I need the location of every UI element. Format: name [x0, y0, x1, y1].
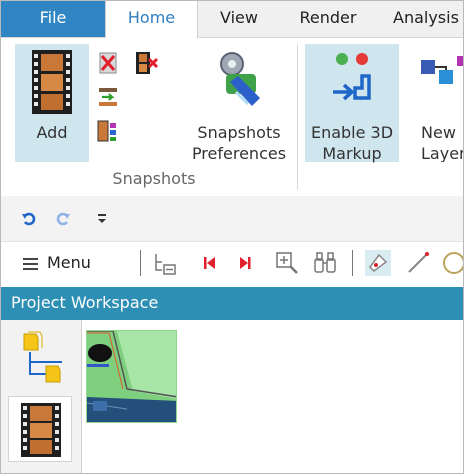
tab-view[interactable]: View [207, 1, 271, 37]
tab-analysis[interactable]: Analysis [393, 1, 463, 37]
tab-render[interactable]: Render [290, 1, 366, 37]
ribbon-tab-bar: File Home View Render Analysis [1, 1, 463, 38]
app-window: File Home View Render Analysis Add Snaps… [0, 0, 464, 474]
new-layer-icon [419, 54, 463, 99]
ribbon-group-label-snapshots: Snapshots [112, 169, 196, 188]
film-delete-icon[interactable] [134, 51, 159, 75]
snapshot-thumbnail[interactable] [86, 330, 177, 423]
menu-button[interactable]: Menu [23, 250, 91, 276]
toolbar-divider [140, 250, 141, 276]
enable-3d-markup-label-line2: Markup [322, 144, 382, 163]
new-layer-button[interactable]: New Layer [409, 44, 464, 162]
delete-snapshot-icon[interactable] [96, 51, 120, 75]
tree-view-button[interactable] [8, 324, 72, 390]
project-workspace-header: Project Workspace [1, 287, 463, 320]
new-layer-label-line2: Layer [421, 144, 464, 162]
binoculars-icon[interactable] [312, 250, 338, 276]
enable-3d-markup-button[interactable]: Enable 3D Markup [305, 44, 399, 163]
tab-home[interactable]: Home [105, 1, 198, 38]
snapshots-view-button[interactable] [8, 396, 72, 462]
line-icon[interactable] [405, 250, 431, 276]
customize-dropdown-icon[interactable] [94, 211, 110, 227]
enable-3d-markup-icon [329, 50, 375, 113]
add-snapshot-button[interactable]: Add [15, 44, 89, 162]
hamburger-icon [23, 255, 38, 273]
film-add-icon [32, 50, 72, 119]
tree-icon[interactable] [153, 250, 179, 276]
undo-icon[interactable] [21, 211, 37, 227]
zoom-icon[interactable] [274, 250, 300, 276]
rename-icon[interactable] [96, 85, 120, 109]
ribbon-panel: Add Snapshots Preferences Enable 3D Mark… [1, 37, 463, 197]
workspace-toolbar: Menu [1, 241, 463, 286]
workspace-content [82, 320, 463, 473]
first-icon[interactable] [197, 250, 223, 276]
snapshot-preferences-icon [212, 48, 266, 113]
organize-icon[interactable] [96, 119, 120, 143]
markup-icon[interactable] [365, 250, 391, 276]
new-layer-label-line1: New [421, 123, 456, 142]
tree-view-icon [16, 330, 66, 388]
toolbar-divider [352, 250, 353, 276]
quick-access-toolbar [1, 196, 463, 241]
add-label: Add [36, 123, 68, 142]
circle-icon[interactable] [441, 250, 463, 276]
film-strip-icon [21, 403, 61, 461]
redo-icon[interactable] [55, 211, 71, 227]
menu-label: Menu [47, 253, 91, 272]
snapshots-preferences-label-line1: Snapshots [197, 123, 281, 142]
tab-file[interactable]: File [1, 1, 105, 37]
enable-3d-markup-label-line1: Enable 3D [310, 123, 394, 142]
previous-icon[interactable] [231, 250, 257, 276]
snapshots-preferences-label-line2: Preferences [191, 144, 287, 163]
snapshots-preferences-button[interactable]: Snapshots Preferences [187, 44, 291, 163]
workspace-sidebar [1, 320, 82, 473]
